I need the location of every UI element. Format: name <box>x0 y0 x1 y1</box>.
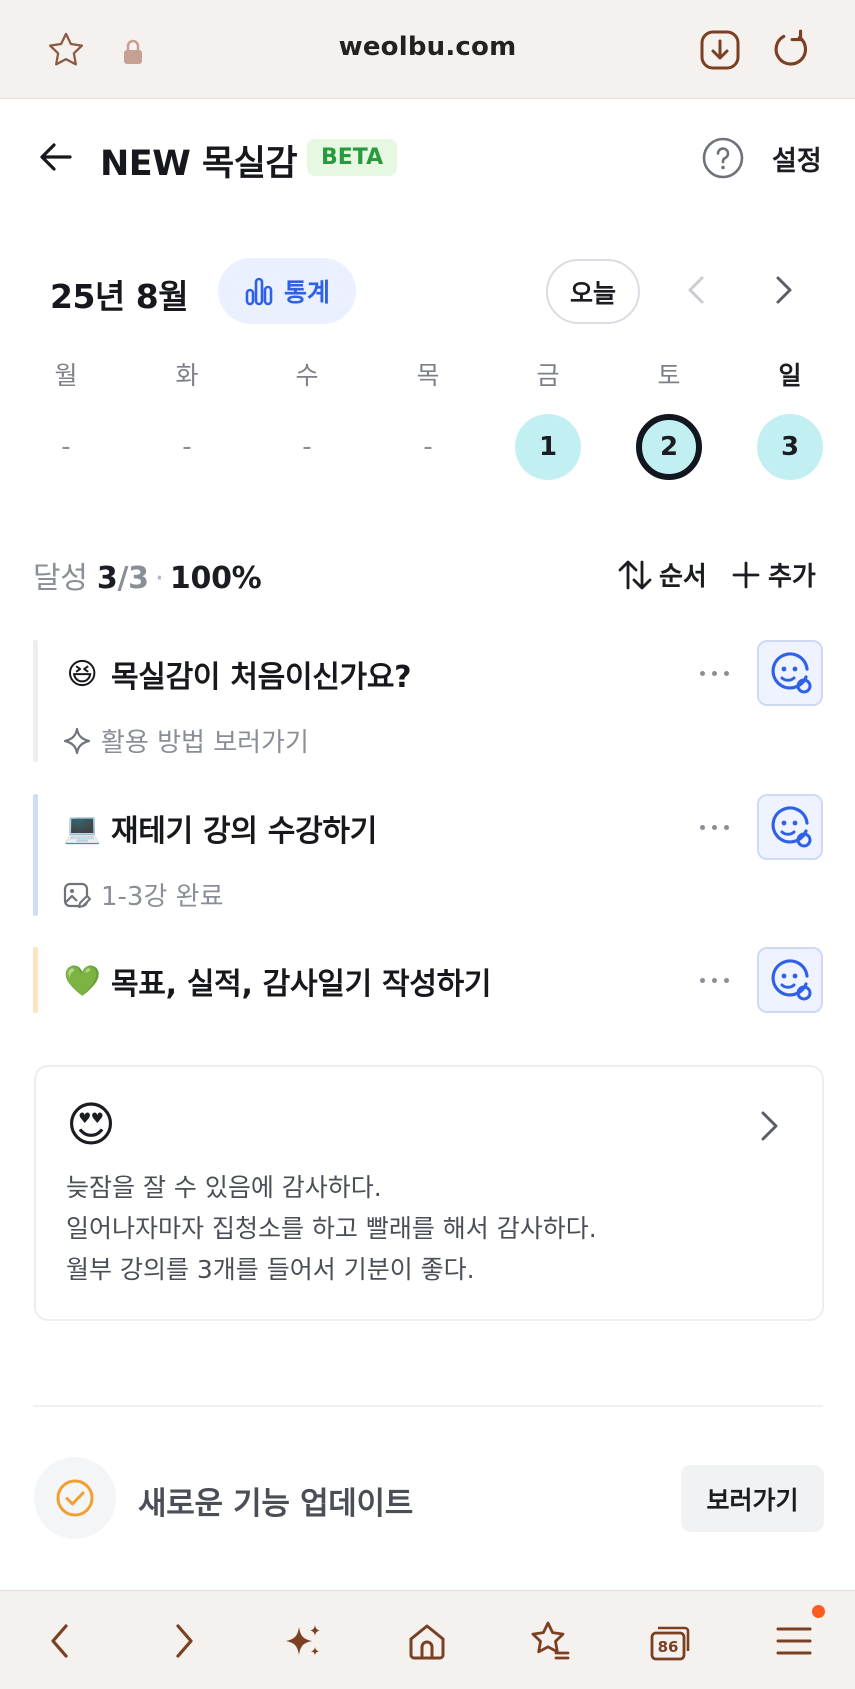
day-cell: - <box>423 432 433 462</box>
app-header: NEW 목실감 BETA 설정 <box>0 99 855 217</box>
habit-title: 재테기 강의 수강하기 <box>111 814 377 849</box>
help-circle-icon <box>702 137 744 179</box>
weekday-label: 화 <box>175 361 199 390</box>
weekday-label: 목 <box>416 361 440 390</box>
prev-week-button[interactable] <box>680 268 716 314</box>
summary-label: 달성 <box>33 561 88 596</box>
back-arrow-icon[interactable] <box>36 1617 84 1665</box>
feeling-button[interactable] <box>757 794 823 860</box>
weekday-label: 일 <box>778 361 802 390</box>
order-label: 순서 <box>659 562 707 592</box>
download-icon[interactable] <box>698 28 742 72</box>
achievement-summary: 달성 3/3 · 100% <box>33 553 262 597</box>
day-cell: - <box>182 432 192 462</box>
diary-text: 늦잠을 잘 수 있음에 감사하다. 일어나자마자 집청소를 하고 빨래를 해서 … <box>66 1167 597 1290</box>
tab-count: 86 <box>658 1638 679 1656</box>
habit-sub-link[interactable]: 활용 방법 보러가기 <box>63 722 309 759</box>
more-options-button[interactable] <box>687 658 741 688</box>
habit-emoji: 💻 <box>63 810 101 846</box>
browser-bottom-bar: 86 <box>0 1590 855 1689</box>
day-cell: - <box>302 432 312 462</box>
habit-sub-text: 활용 방법 보러가기 <box>101 728 309 758</box>
summary-total: /3 <box>117 561 149 596</box>
day-cell: - <box>61 432 71 462</box>
day-button[interactable]: 3 <box>757 414 823 480</box>
summary-percent: 100% <box>169 561 262 596</box>
habit-item[interactable]: 💻 재테기 강의 수강하기 1-3강 완료 <box>33 794 823 916</box>
home-icon[interactable] <box>403 1617 451 1665</box>
smile-face-icon <box>771 652 812 694</box>
page-title: NEW 목실감 <box>100 144 298 184</box>
weekday-label: 수 <box>295 361 319 390</box>
chevron-right-icon[interactable] <box>754 1105 784 1147</box>
habit-item[interactable]: 💚 목표, 실적, 감사일기 작성하기 <box>33 947 823 1013</box>
reload-icon[interactable] <box>766 26 812 72</box>
smile-face-icon <box>771 806 812 848</box>
notification-dot <box>812 1605 825 1618</box>
image-edit-icon <box>63 882 91 908</box>
settings-button[interactable]: 설정 <box>772 139 822 178</box>
stats-label: 통계 <box>283 278 330 307</box>
bar-chart-icon <box>245 277 273 306</box>
habit-sub-text: 1-3강 완료 <box>101 882 224 912</box>
habit-title-row: 💻 재테기 강의 수강하기 <box>63 806 377 850</box>
section-divider <box>33 1405 823 1407</box>
next-week-button[interactable] <box>766 268 802 314</box>
back-button[interactable] <box>36 137 80 181</box>
menu-icon[interactable] <box>770 1617 818 1665</box>
stats-button[interactable]: 통계 <box>218 258 356 324</box>
summary-separator: · <box>154 561 165 596</box>
day-row: - - - - 1 2 3 <box>0 414 855 484</box>
gratitude-diary-card[interactable]: 😍 늦잠을 잘 수 있음에 감사하다. 일어나자마자 집청소를 하고 빨래를 해… <box>34 1065 824 1321</box>
month-label: 25년 8월 <box>50 277 189 316</box>
plus-icon <box>732 561 760 588</box>
forward-arrow-icon[interactable] <box>160 1617 208 1665</box>
habit-title-row: 😆 목실감이 처음이신가요? <box>63 652 412 696</box>
weekday-label: 월 <box>54 361 78 390</box>
habit-color-bar <box>33 640 38 762</box>
view-update-button[interactable]: 보러가기 <box>681 1465 824 1532</box>
feeling-button[interactable] <box>757 640 823 706</box>
habit-emoji: 😆 <box>66 656 98 692</box>
diary-line: 일어나자마자 집청소를 하고 빨래를 해서 감사하다. <box>66 1214 597 1243</box>
add-label: 추가 <box>768 562 816 592</box>
habit-title: 목표, 실적, 감사일기 작성하기 <box>111 967 492 1002</box>
habit-color-bar <box>33 947 38 1013</box>
bookmarks-icon[interactable] <box>526 1617 574 1665</box>
summary-done: 3 <box>96 561 118 596</box>
day-button-selected[interactable]: 2 <box>636 414 702 480</box>
day-button[interactable]: 1 <box>515 414 581 480</box>
habit-sub-note: 1-3강 완료 <box>63 876 224 913</box>
browser-top-bar: weolbu.com <box>0 0 855 99</box>
tabs-icon[interactable]: 86 <box>647 1617 695 1665</box>
beta-badge: BETA <box>307 139 398 176</box>
more-options-button[interactable] <box>687 812 741 842</box>
help-button[interactable] <box>702 137 744 179</box>
more-options-button[interactable] <box>687 965 741 995</box>
check-circle-icon <box>34 1457 116 1539</box>
sort-arrows-icon <box>618 560 652 589</box>
habit-color-bar <box>33 794 38 916</box>
feature-update-text: 새로운 기능 업데이트 <box>138 1486 413 1522</box>
habit-item[interactable]: 😆 목실감이 처음이신가요? 활용 방법 보러가기 <box>33 640 823 762</box>
weekday-label: 금 <box>536 361 560 390</box>
chevron-right-icon <box>776 276 792 304</box>
today-button[interactable]: 오늘 <box>546 259 640 324</box>
feeling-button[interactable] <box>757 947 823 1013</box>
habit-title: 목실감이 처음이신가요? <box>111 660 412 695</box>
diary-emoji: 😍 <box>66 1097 117 1153</box>
add-button[interactable]: 추가 <box>732 556 816 593</box>
habit-title-row: 💚 목표, 실적, 감사일기 작성하기 <box>63 959 491 1003</box>
sparkle-icon[interactable] <box>280 1617 328 1665</box>
smile-face-icon <box>771 959 812 1001</box>
diary-line: 월부 강의를 3개를 들어서 기분이 좋다. <box>66 1255 475 1284</box>
diary-line: 늦잠을 잘 수 있음에 감사하다. <box>66 1173 382 1202</box>
weekday-label: 토 <box>657 361 681 390</box>
arrow-left-icon <box>40 143 72 171</box>
order-button[interactable]: 순서 <box>617 556 707 593</box>
weekday-row: 월 화 수 목 금 토 일 <box>0 356 855 396</box>
sparkle-outline-icon <box>63 727 91 754</box>
habit-emoji: 💚 <box>63 963 101 999</box>
chevron-left-icon <box>688 276 704 304</box>
